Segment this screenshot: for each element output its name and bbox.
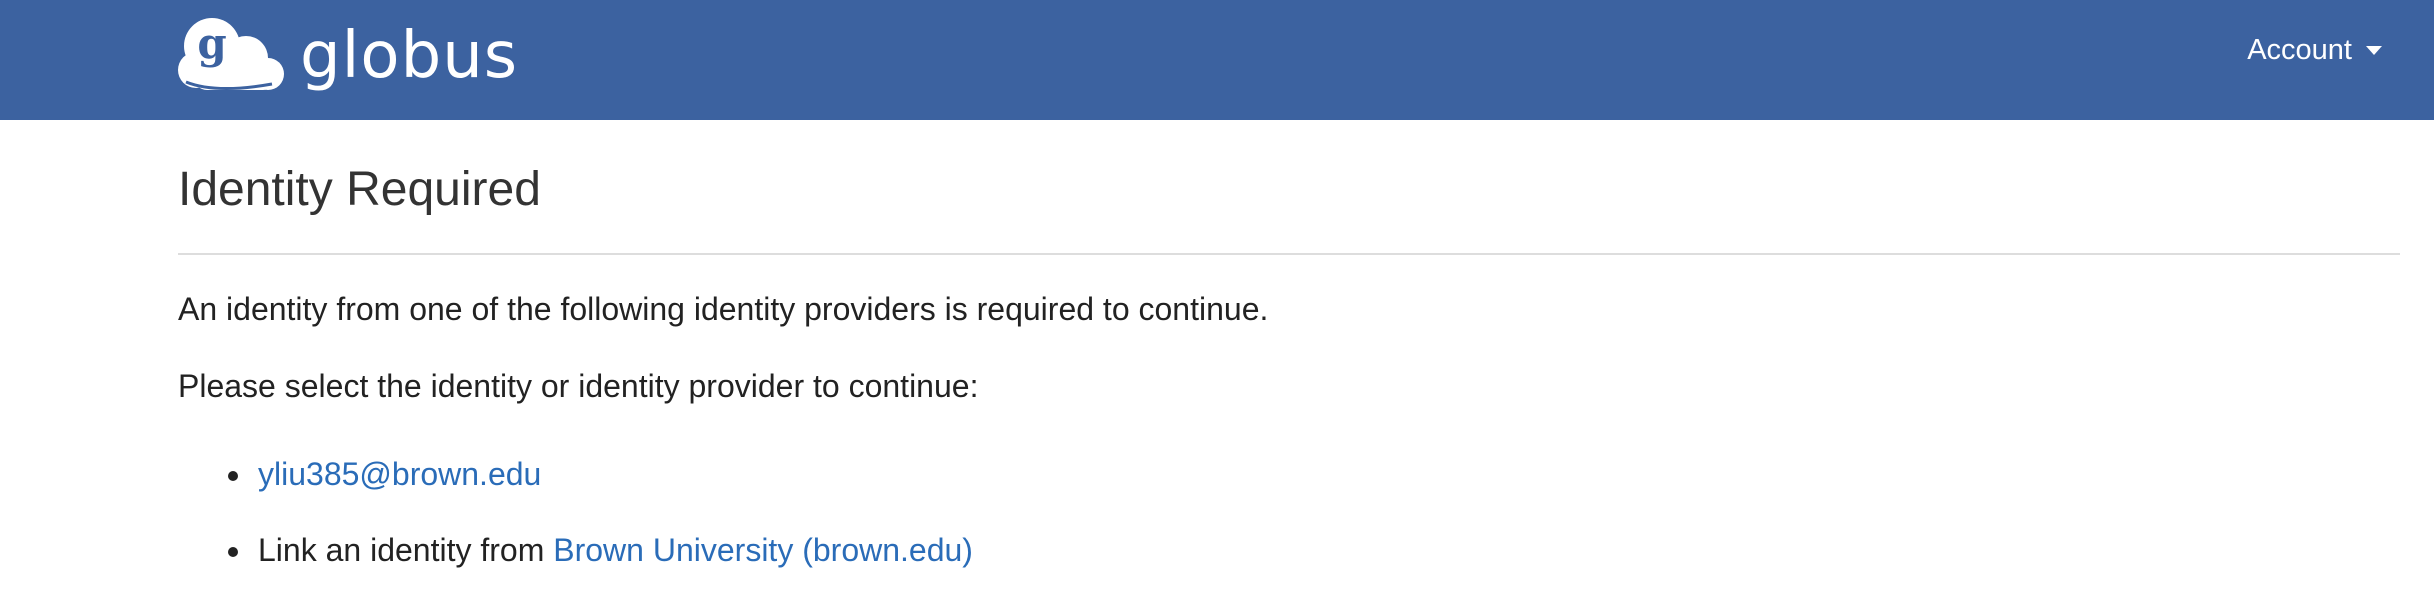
- logo-letter: g: [197, 19, 226, 68]
- link-identity-prefix: Link an identity from: [258, 531, 554, 568]
- brand-name: globus: [300, 19, 519, 93]
- globus-cloud-logo-icon: g: [178, 18, 284, 90]
- select-prompt: Please select the identity or identity p…: [178, 368, 979, 405]
- globus-home-link[interactable]: g globus: [176, 8, 518, 104]
- identity-options-list: yliu385@brown.edu Link an identity from …: [178, 454, 2400, 572]
- bullet-icon: [228, 470, 238, 481]
- title-divider: [178, 252, 2400, 255]
- bullet-icon: [228, 546, 238, 557]
- caret-down-icon: [2366, 45, 2382, 55]
- intro-text: An identity from one of the following id…: [178, 290, 1269, 327]
- account-dropdown[interactable]: Account: [2247, 28, 2382, 72]
- main-content: Identity Required An identity from one o…: [178, 120, 2400, 606]
- page-title: Identity Required: [178, 163, 541, 216]
- list-item: yliu385@brown.edu: [228, 454, 2400, 496]
- brown-university-provider-link[interactable]: Brown University (brown.edu): [553, 532, 973, 568]
- account-label: Account: [2247, 33, 2352, 66]
- identity-link-yliu385[interactable]: yliu385@brown.edu: [258, 456, 541, 492]
- list-item: Link an identity from Brown University (…: [228, 530, 2400, 572]
- top-navbar: g globus Account: [0, 0, 2434, 120]
